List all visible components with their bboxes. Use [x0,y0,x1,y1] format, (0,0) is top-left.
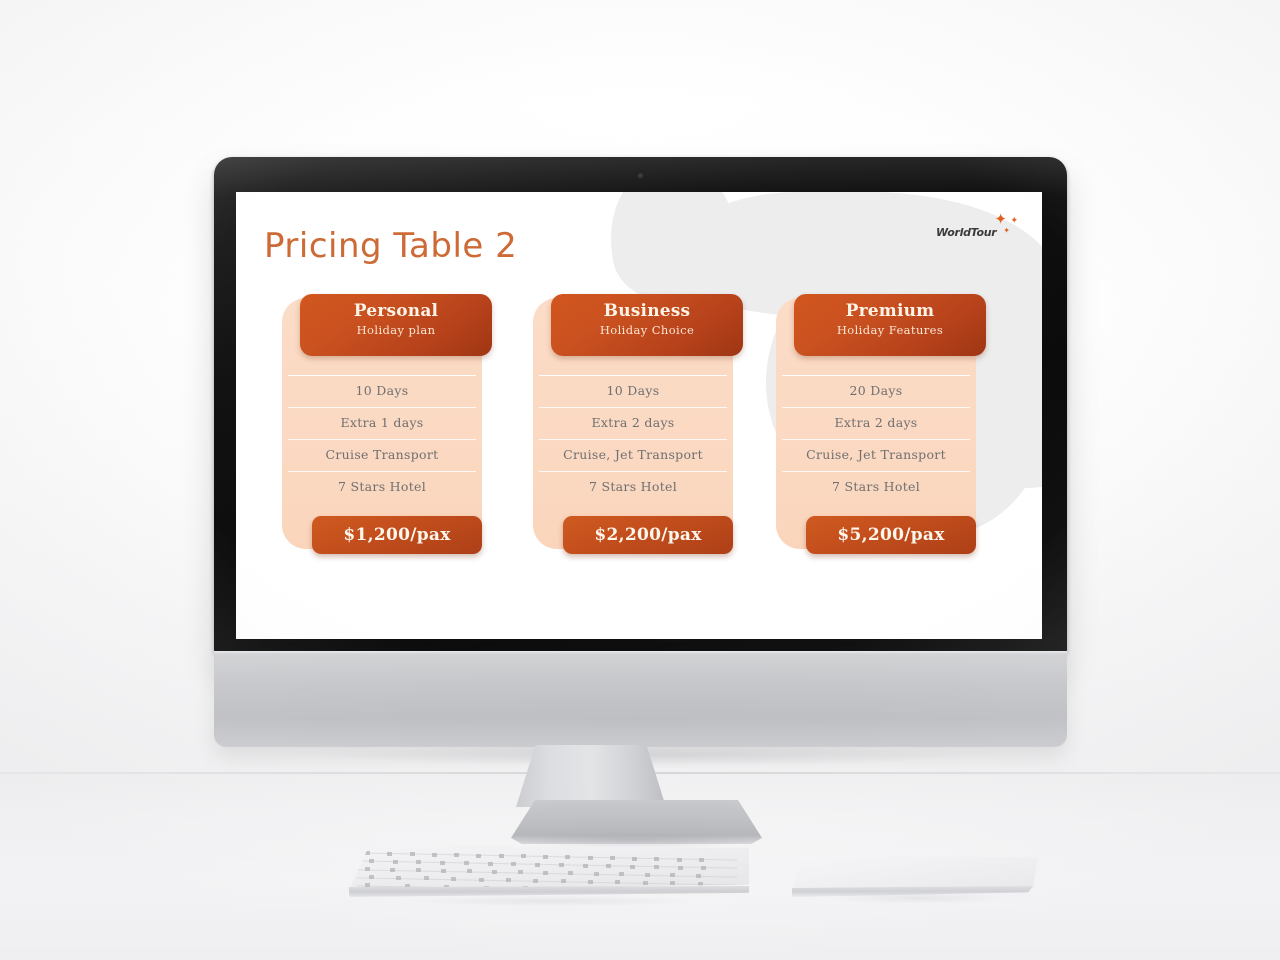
sparkle-icon: ✦ [1010,216,1018,226]
desk-scene: Pricing Table 2 WorldTour ✦ ✦ ✦ 10 Days … [0,0,1280,960]
feature-row: 7 Stars Hotel [282,471,482,503]
feature-row: 7 Stars Hotel [533,471,733,503]
feature-row: Extra 2 days [533,407,733,439]
trackpad-shadow [796,890,1042,906]
card-header-business: Business Holiday Choice [551,294,743,356]
monitor-bezel: Pricing Table 2 WorldTour ✦ ✦ ✦ 10 Days … [214,157,1067,653]
pricing-card-premium[interactable]: 20 Days Extra 2 days Cruise, Jet Transpo… [776,294,986,554]
price-button-business[interactable]: $2,200/pax [563,516,733,554]
feature-list: 10 Days Extra 1 days Cruise Transport 7 … [282,375,482,525]
feature-list: 10 Days Extra 2 days Cruise, Jet Transpo… [533,375,733,525]
feature-row: Extra 1 days [282,407,482,439]
feature-row: 10 Days [533,375,733,407]
plan-subtitle: Holiday plan [356,322,436,337]
plan-name: Premium [845,301,935,321]
keyboard-surface [349,846,749,890]
keyboard[interactable] [349,846,749,898]
page-title: Pricing Table 2 [264,226,518,266]
feature-row: Cruise, Jet Transport [776,439,976,471]
feature-row: 20 Days [776,375,976,407]
plan-name: Business [603,301,691,321]
plan-subtitle: Holiday Choice [599,322,695,337]
card-header-personal: Personal Holiday plan [300,294,492,356]
logo-wordmark: WorldTour [936,226,997,239]
pricing-card-business[interactable]: 10 Days Extra 2 days Cruise, Jet Transpo… [533,294,743,554]
feature-row: 10 Days [282,375,482,407]
worldtour-logo: WorldTour ✦ ✦ ✦ [936,212,1020,242]
trackpad-surface [792,855,1038,891]
pricing-card-personal[interactable]: 10 Days Extra 1 days Cruise Transport 7 … [282,294,492,554]
plan-subtitle: Holiday Features [836,322,944,337]
plan-name: Personal [353,301,439,321]
desktop-monitor: Pricing Table 2 WorldTour ✦ ✦ ✦ 10 Days … [214,157,1067,747]
feature-row: Extra 2 days [776,407,976,439]
price-button-premium[interactable]: $5,200/pax [806,516,976,554]
card-header-premium: Premium Holiday Features [794,294,986,356]
keyboard-keys [349,846,749,890]
monitor-chin [214,651,1067,747]
monitor-stand-neck [516,745,666,807]
sparkle-icon: ✦ [1003,226,1010,235]
feature-list: 20 Days Extra 2 days Cruise, Jet Transpo… [776,375,976,525]
price-button-personal[interactable]: $1,200/pax [312,516,482,554]
feature-row: Cruise Transport [282,439,482,471]
pricing-cards: 10 Days Extra 1 days Cruise Transport 7 … [282,294,1000,584]
presentation-slide: Pricing Table 2 WorldTour ✦ ✦ ✦ 10 Days … [236,192,1042,639]
chin-highlight [214,651,1067,654]
sparkle-icon: ✦ [994,210,1007,228]
feature-row: 7 Stars Hotel [776,471,976,503]
webcam-icon [637,173,644,180]
keyboard-shadow [352,893,752,909]
feature-row: Cruise, Jet Transport [533,439,733,471]
